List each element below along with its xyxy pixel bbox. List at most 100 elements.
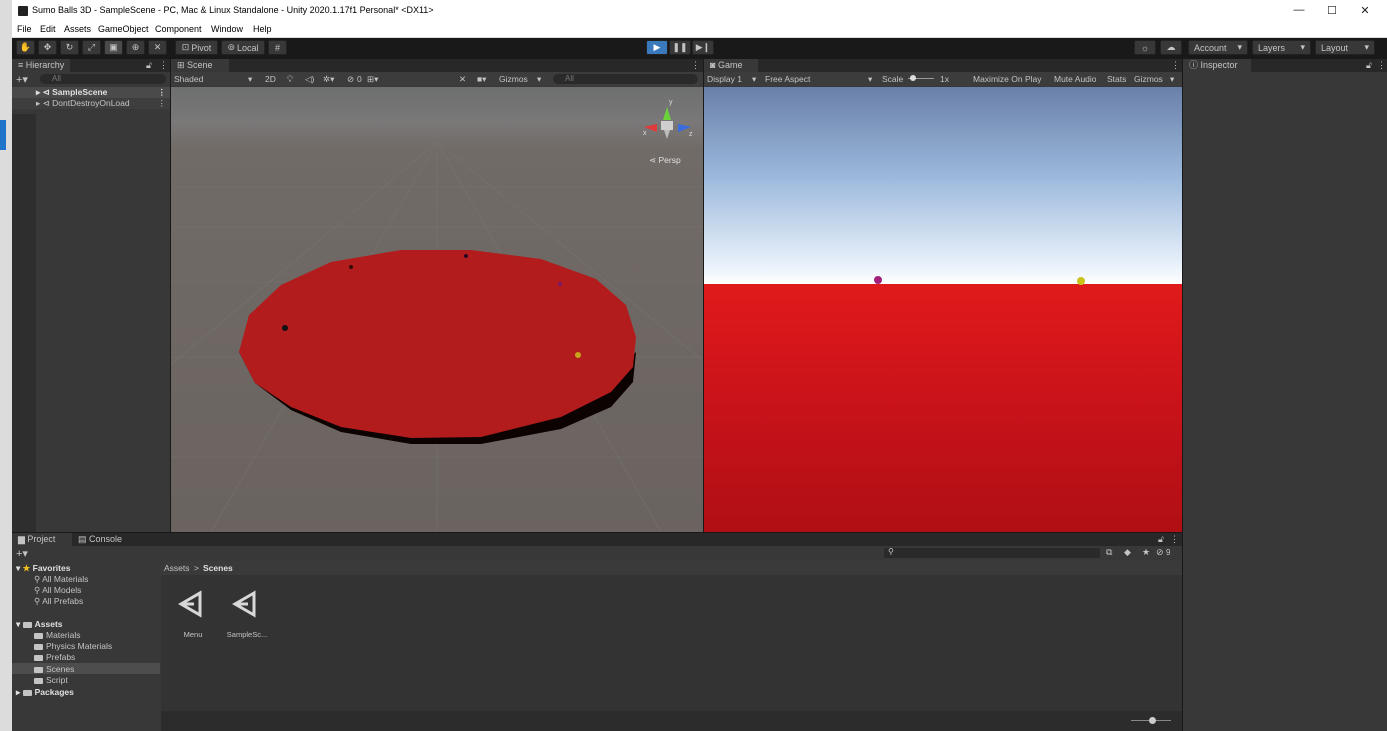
icon-size-slider-thumb[interactable] xyxy=(1149,717,1156,724)
project-footer xyxy=(161,711,1182,731)
tree-favorite-item[interactable]: ⚲ All Materials xyxy=(34,574,88,585)
tree-assets[interactable]: ▾ Assets xyxy=(16,619,63,630)
more-options-icon[interactable]: ⋮ xyxy=(1170,534,1179,545)
rotate-tool-icon[interactable]: ↻ xyxy=(60,40,79,55)
asset-item-samplescene[interactable]: SampleSc... xyxy=(227,587,267,647)
lighting-toggle-icon[interactable]: 💡︎ xyxy=(287,74,293,85)
move-tool-icon[interactable]: ✥ xyxy=(38,40,57,55)
more-options-icon[interactable]: ⋮ xyxy=(158,98,167,109)
game-gizmos-dropdown[interactable]: Gizmos xyxy=(1134,74,1163,84)
persp-label[interactable]: ⋖ Persp xyxy=(649,155,681,166)
tab-game[interactable]: ◙ Game xyxy=(704,59,758,72)
scene-orientation-gizmo[interactable]: y x z xyxy=(643,99,693,139)
project-search-input[interactable] xyxy=(884,548,1100,558)
create-icon[interactable]: +▾ xyxy=(16,547,28,560)
tree-favorite-item[interactable]: ⚲ All Prefabs xyxy=(34,596,83,607)
layers-dropdown[interactable]: Layers ▾ xyxy=(1252,40,1311,55)
aspect-dropdown[interactable]: Free Aspect xyxy=(765,74,810,84)
cloud-icon[interactable]: ☁ xyxy=(1160,40,1182,55)
more-options-icon[interactable]: ⋮ xyxy=(691,60,700,71)
pivot-toggle[interactable]: ⊡ Pivot xyxy=(175,40,218,55)
grid-icon[interactable]: ⊞▾ xyxy=(367,74,378,85)
tree-folder[interactable]: Script xyxy=(34,675,68,685)
pause-button[interactable]: ❚❚ xyxy=(669,40,691,55)
more-options-icon[interactable]: ⋮ xyxy=(158,87,167,98)
tab-project[interactable]: ▆ Project xyxy=(12,533,76,546)
display-dropdown[interactable]: Display 1 xyxy=(707,74,742,84)
scene-search-input[interactable]: All xyxy=(553,74,698,84)
tab-console[interactable]: ▤ Console xyxy=(72,533,129,546)
lock-icon[interactable]: 🔓︎ xyxy=(146,60,152,71)
rect-tool-icon[interactable]: ▣ xyxy=(104,40,123,55)
chevron-down-icon[interactable]: ▾ xyxy=(752,74,756,85)
chevron-down-icon[interactable]: ▾ xyxy=(868,74,872,85)
filter-type-icon[interactable]: ⧉ xyxy=(1106,547,1112,558)
shading-mode-dropdown[interactable]: Shaded xyxy=(174,74,203,84)
more-options-icon[interactable]: ⋮ xyxy=(159,60,168,71)
favorite-star-icon[interactable]: ★ xyxy=(1142,547,1150,558)
layout-dropdown[interactable]: Layout ▾ xyxy=(1315,40,1375,55)
menu-file[interactable]: File xyxy=(17,24,32,34)
scene-viewport[interactable]: y x z ⋖ Persp xyxy=(171,87,703,532)
scale-tool-icon[interactable]: ⤢ xyxy=(82,40,101,55)
tab-scene[interactable]: ⊞ Scene xyxy=(171,59,229,72)
play-button[interactable]: ▶ xyxy=(646,40,668,55)
stats-toggle[interactable]: Stats xyxy=(1107,74,1126,84)
hierarchy-tab-bar: ≡ Hierarchy 🔓︎ ⋮ xyxy=(12,59,170,72)
tree-folder[interactable]: Prefabs xyxy=(34,652,75,662)
effects-toggle-icon[interactable]: ✲▾ xyxy=(323,74,334,85)
tree-folder[interactable]: Materials xyxy=(34,630,80,640)
hierarchy-search-input[interactable]: All xyxy=(40,74,166,84)
grid-snap-icon[interactable]: # xyxy=(268,40,287,55)
collab-icon[interactable]: ☼ xyxy=(1134,40,1156,55)
tree-favorites[interactable]: ▾ ★ Favorites xyxy=(16,563,70,574)
lock-icon[interactable]: 🔓︎ xyxy=(1366,60,1372,71)
chevron-down-icon[interactable]: ▾ xyxy=(248,74,252,85)
game-viewport[interactable] xyxy=(704,87,1182,532)
visibility-icon[interactable]: ⊘ xyxy=(347,74,354,85)
lock-icon[interactable]: 🔓︎ xyxy=(1158,534,1164,545)
transform-tool-icon[interactable]: ⊕ xyxy=(126,40,145,55)
hand-tool-icon[interactable]: ✋ xyxy=(16,40,35,55)
2d-toggle[interactable]: 2D xyxy=(265,74,276,84)
maximize-on-play-toggle[interactable]: Maximize On Play xyxy=(973,74,1042,84)
menu-help[interactable]: Help xyxy=(253,24,272,34)
menu-edit[interactable]: Edit xyxy=(40,24,56,34)
tree-packages[interactable]: ▸ Packages xyxy=(16,687,74,698)
filter-label-icon[interactable]: ◆ xyxy=(1124,547,1131,558)
breadcrumb-assets[interactable]: Assets xyxy=(164,563,190,573)
tree-folder-selected[interactable]: Scenes xyxy=(34,664,74,674)
hidden-packages-icon[interactable]: ⊘ xyxy=(1156,547,1164,558)
tree-favorite-item[interactable]: ⚲ All Models xyxy=(34,585,81,596)
menu-component[interactable]: Component xyxy=(155,24,202,34)
custom-tool-icon[interactable]: ✕ xyxy=(148,40,167,55)
mute-audio-toggle[interactable]: Mute Audio xyxy=(1054,74,1097,84)
scene-gizmos-dropdown[interactable]: Gizmos xyxy=(499,74,528,84)
project-asset-area: Assets > Scenes Menu SampleSc... xyxy=(161,561,1182,731)
tools-icon[interactable]: ✕ xyxy=(459,74,466,85)
menu-window[interactable]: Window xyxy=(211,24,243,34)
tab-hierarchy[interactable]: ≡ Hierarchy xyxy=(12,59,71,72)
hierarchy-item-samplescene[interactable]: ▸ ⊲ SampleScene ⋮ xyxy=(12,87,170,98)
more-options-icon[interactable]: ⋮ xyxy=(1377,60,1386,71)
tab-inspector[interactable]: ⓘ Inspector xyxy=(1183,59,1251,72)
menu-gameobject[interactable]: GameObject xyxy=(98,24,149,34)
more-options-icon[interactable]: ⋮ xyxy=(1171,60,1180,71)
create-icon[interactable]: +▾ xyxy=(16,73,28,86)
maximize-button[interactable]: ☐ xyxy=(1323,4,1341,18)
step-button[interactable]: ▶❙ xyxy=(692,40,714,55)
menu-assets[interactable]: Assets xyxy=(64,24,91,34)
minimize-button[interactable]: — xyxy=(1290,4,1308,18)
chevron-down-icon[interactable]: ▾ xyxy=(1170,74,1174,85)
scale-slider-thumb[interactable] xyxy=(910,75,916,81)
account-dropdown[interactable]: Account ▾ xyxy=(1188,40,1248,55)
local-toggle[interactable]: ⊚ Local xyxy=(221,40,265,55)
asset-item-menu[interactable]: Menu xyxy=(173,587,213,647)
tree-folder[interactable]: Physics Materials xyxy=(34,641,112,651)
camera-icon[interactable]: ■▾ xyxy=(477,74,486,85)
audio-toggle-icon[interactable]: ◁) xyxy=(305,74,314,85)
breadcrumb-scenes[interactable]: Scenes xyxy=(203,563,233,573)
close-button[interactable]: ✕ xyxy=(1356,4,1374,18)
chevron-down-icon[interactable]: ▾ xyxy=(537,74,541,85)
hierarchy-item-dontdestroyonload[interactable]: ▸ ⊲ DontDestroyOnLoad ⋮ xyxy=(12,98,170,109)
